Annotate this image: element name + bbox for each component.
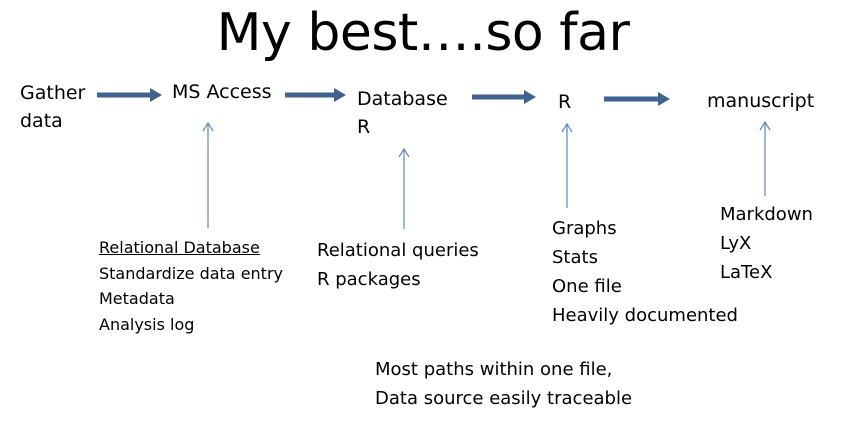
annotation-arrow-r [561,122,573,208]
stage-gather-line-2: data [20,110,63,132]
stage-r-label: R [558,91,572,113]
stage-database-line-2: R [357,116,371,138]
stage-database-line-1: Database [357,88,448,110]
stage-database-r: Database R [357,85,448,141]
annotation-arrow-msaccess [202,121,214,228]
note-standardize-data-entry: Standardize data entry [99,263,283,283]
note-one-file: One file [552,276,622,297]
note-stats: Stats [552,247,598,268]
flow-arrow-r-to-manuscript [604,92,670,106]
notes-database-r: Relational queries R packages [317,236,479,294]
note-relational-database: Relational Database [99,238,260,257]
footer-summary: Most paths within one file, Data source … [375,355,632,413]
slide: My best….so far Gather data MS Access Da… [0,0,846,421]
note-relational-queries: Relational queries [317,240,479,261]
notes-ms-access: Relational Database Standardize data ent… [99,235,283,337]
note-graphs: Graphs [552,218,617,239]
stage-manuscript-label: manuscript [707,90,815,112]
note-lyx: LyX [720,233,752,254]
annotation-arrow-manuscript [759,120,771,196]
note-r-packages: R packages [317,269,421,290]
annotation-arrow-database [398,147,410,229]
note-analysis-log: Analysis log [99,314,195,334]
footer-line-2: Data source easily traceable [375,388,633,409]
flow-arrow-gather-to-msaccess [97,88,162,102]
notes-manuscript: Markdown LyX LaTeX [720,200,813,287]
notes-r: Graphs Stats One file Heavily documented [552,214,738,330]
stage-gather-line-1: Gather [20,82,86,104]
stage-ms-access-label: MS Access [172,81,272,103]
flow-arrow-msaccess-to-database [285,88,346,102]
stage-manuscript: manuscript [707,87,814,115]
stage-gather-data: Gather data [20,79,85,135]
stage-r: R [558,88,571,116]
note-latex: LaTeX [720,262,773,283]
flow-arrow-database-to-r [472,90,536,104]
footer-line-1: Most paths within one file, [375,359,613,380]
stage-ms-access: MS Access [172,78,272,106]
note-markdown: Markdown [720,204,813,225]
note-metadata: Metadata [99,289,175,308]
note-heavily-documented: Heavily documented [552,305,738,326]
